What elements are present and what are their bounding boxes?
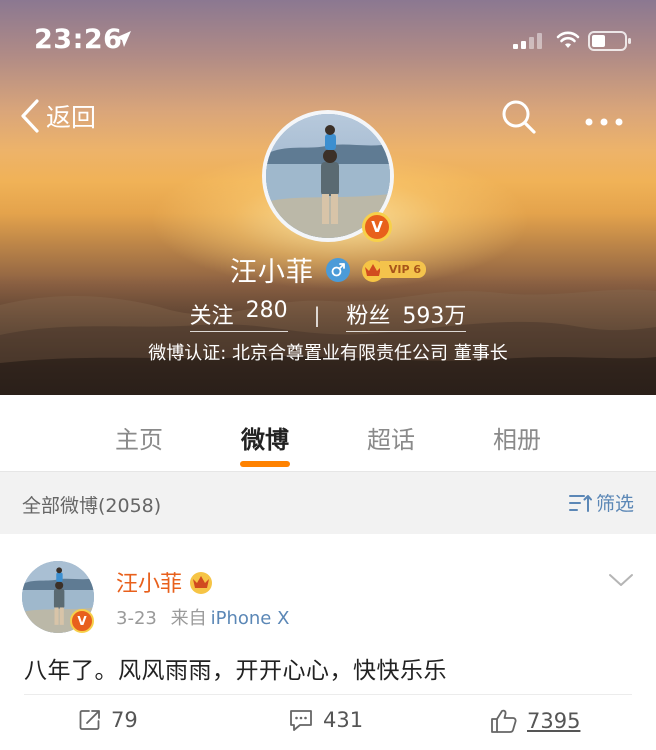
tab-super-topic[interactable]: 超话 [328, 395, 454, 471]
like-icon [491, 709, 517, 733]
tab-home[interactable]: 主页 [76, 395, 202, 471]
tab-weibo[interactable]: 微博 [202, 395, 328, 471]
active-tab-indicator [240, 461, 290, 467]
filter-bar: 全部微博(2058) 筛选 [0, 471, 656, 534]
divider [24, 694, 632, 695]
all-posts-count: 全部微博(2058) [22, 495, 162, 517]
status-time: 23:26 [34, 24, 123, 55]
chevron-down-icon [609, 574, 633, 586]
post-author[interactable]: 汪小菲 [116, 566, 214, 598]
more-button[interactable] [584, 112, 624, 131]
back-button[interactable]: 返回 [20, 97, 96, 135]
back-chevron-icon [21, 99, 39, 133]
repost-icon [79, 710, 100, 730]
male-icon [325, 257, 350, 282]
verification-text: 微博认证: 北京合尊置业有限责任公司 董事长 [148, 343, 508, 364]
vip-crown-icon [190, 572, 213, 594]
signal-icon [513, 33, 542, 49]
tab-album[interactable]: 相册 [454, 395, 580, 471]
vip-level: VIP 6 [379, 261, 427, 278]
following-label: 关注 [189, 304, 234, 329]
status-bar: 23:26 [0, 0, 656, 80]
repost-button[interactable]: 79 [78, 708, 138, 732]
post-actions: 79 431 7395 [0, 704, 656, 744]
profile-header: 23:26 返回 V 汪小菲 VIP 6 关注 280 | 粉丝 593万 微博… [0, 0, 656, 395]
followers-label: 粉丝 [346, 304, 391, 329]
post-source-prefix: 来自 [170, 608, 207, 629]
header-shade [0, 275, 656, 395]
verified-badge: V [362, 212, 392, 242]
search-icon [502, 100, 536, 134]
filter-button[interactable]: 筛选 [568, 489, 634, 516]
followers-link[interactable]: 粉丝 593万 [346, 298, 467, 332]
post-verified-badge: V [70, 609, 94, 633]
battery-icon [588, 31, 631, 51]
post-source[interactable]: iPhone X [211, 608, 290, 629]
like-button[interactable]: 7395 [490, 708, 580, 734]
vip-badge[interactable]: VIP 6 [360, 258, 427, 282]
post-author-name: 汪小菲 [116, 572, 183, 597]
comment-count: 431 [323, 708, 364, 732]
following-link[interactable]: 关注 280 [189, 298, 288, 332]
post-meta: 3-23 来自 iPhone X [116, 604, 289, 630]
post-menu-button[interactable] [608, 572, 634, 592]
profile-tabs: 主页 微博 超话 相册 [0, 395, 656, 471]
tab-label: 微博 [241, 426, 289, 454]
post-date: 3-23 [116, 608, 157, 629]
comment-icon [290, 710, 312, 731]
post-text: 八年了。风风雨雨，开开心心，快快乐乐 [24, 658, 447, 684]
back-label: 返回 [46, 103, 97, 132]
repost-count: 79 [111, 708, 138, 732]
followers-count: 593万 [402, 304, 467, 329]
more-icon [585, 118, 623, 126]
name-row: 汪小菲 VIP 6 [0, 250, 656, 289]
profile-name: 汪小菲 [229, 257, 314, 288]
search-button[interactable] [500, 98, 538, 140]
like-count: 7395 [527, 709, 581, 733]
tab-label: 超话 [367, 426, 415, 454]
tab-label: 主页 [115, 426, 163, 454]
following-count: 280 [245, 298, 288, 323]
stats-separator: | [313, 303, 321, 327]
filter-label: 筛选 [595, 493, 634, 515]
comment-button[interactable]: 431 [288, 708, 363, 732]
tab-label: 相册 [493, 426, 541, 454]
stats-row: 关注 280 | 粉丝 593万 [0, 298, 656, 332]
location-arrow-icon [115, 31, 131, 47]
wifi-icon [556, 31, 580, 48]
filter-icon [568, 494, 592, 512]
post-card: V 汪小菲 3-23 来自 iPhone X 八年了。风风雨雨，开开心心，快快乐乐… [0, 534, 656, 750]
